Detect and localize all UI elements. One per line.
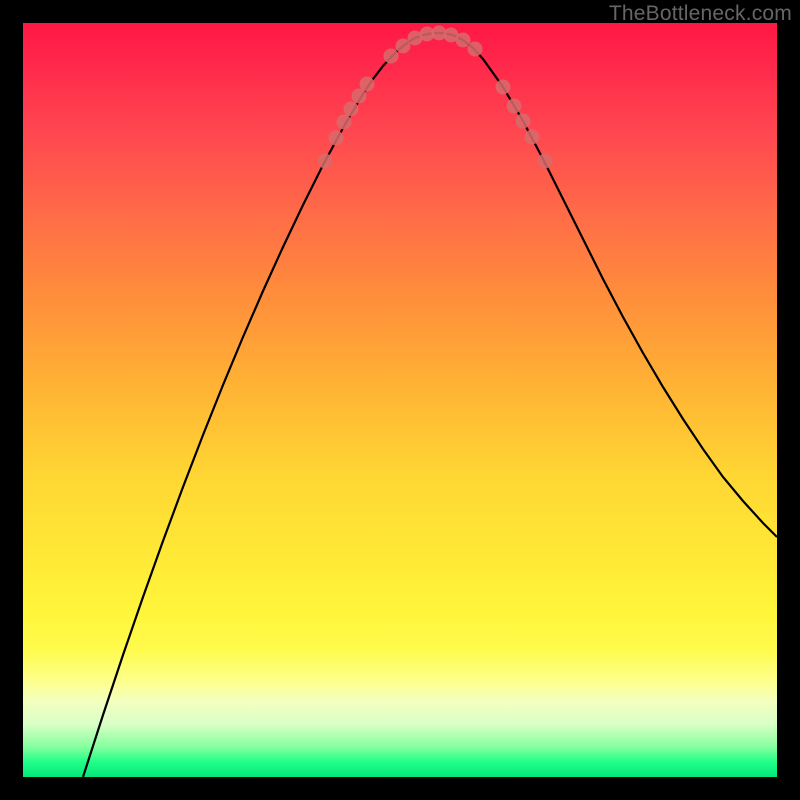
bead-marker xyxy=(360,77,375,92)
bead-marker xyxy=(496,80,511,95)
bead-marker xyxy=(456,33,471,48)
bead-marker xyxy=(538,154,553,169)
bead-group xyxy=(318,26,553,169)
bead-marker xyxy=(516,114,531,129)
bead-marker xyxy=(468,42,483,57)
bottleneck-chart-svg xyxy=(23,23,777,777)
bead-marker xyxy=(525,130,540,145)
bead-marker xyxy=(318,154,333,169)
watermark-text: TheBottleneck.com xyxy=(609,2,792,26)
bead-marker xyxy=(384,49,399,64)
chart-area xyxy=(23,23,777,777)
bead-marker xyxy=(329,131,344,146)
bead-marker xyxy=(337,115,352,130)
bead-marker xyxy=(344,102,359,117)
bead-marker xyxy=(507,99,522,114)
bottleneck-curve xyxy=(83,33,777,777)
